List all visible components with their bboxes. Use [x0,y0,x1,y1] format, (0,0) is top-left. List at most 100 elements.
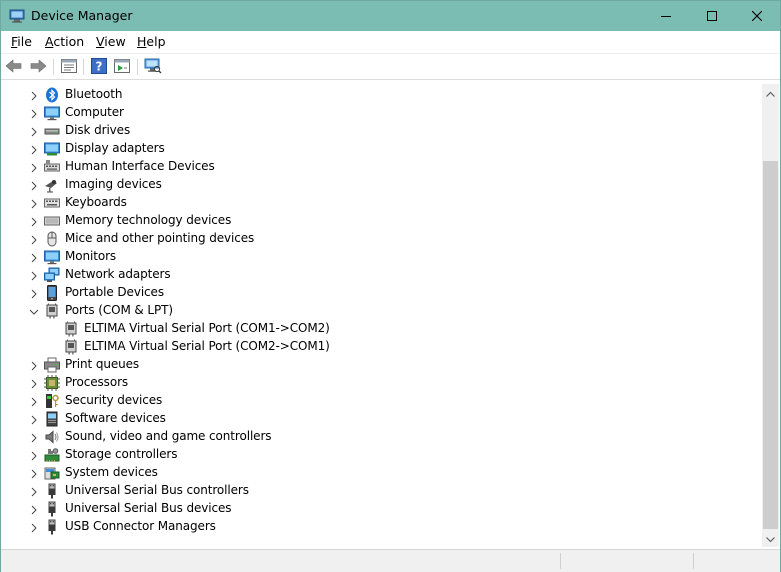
tree-child-item[interactable]: ELTIMA Virtual Serial Port (COM1->COM2) [3,320,760,338]
tree-item-software-devices[interactable]: Software devices [3,410,760,428]
tree-item-label: Universal Serial Bus devices [65,501,232,515]
chevron-right-icon[interactable] [29,216,39,227]
tree-item-network-adapters[interactable]: Network adapters [3,266,760,284]
scan-hardware-button[interactable] [142,57,164,77]
scroll-up-button[interactable] [762,84,779,101]
scrollbar-thumb[interactable] [763,161,778,529]
tree-item-print-queues[interactable]: Print queues [3,356,760,374]
hid-icon [44,159,60,175]
tree-item-label: Disk drives [65,123,131,137]
chevron-right-icon[interactable] [29,468,39,479]
chevron-right-icon[interactable] [29,486,39,497]
device-tree[interactable]: Bluetooth Computer Disk drives Display adap… [3,84,760,546]
tree-item-label: Imaging devices [65,177,162,191]
tree-item-label: Mice and other pointing devices [65,231,255,245]
chevron-right-icon[interactable] [29,234,39,245]
bluetooth-icon [44,87,60,103]
help-button[interactable]: ? [88,57,110,77]
disk-drive-icon [44,123,60,139]
forward-button[interactable] [27,57,49,77]
chevron-right-icon[interactable] [29,198,39,209]
usb-icon [44,483,60,499]
usb-icon [44,501,60,517]
chevron-right-icon[interactable] [29,288,39,299]
tree-item-monitors[interactable]: Monitors [3,248,760,266]
chevron-right-icon[interactable] [29,378,39,389]
tree-item-human-interface-devices[interactable]: Human Interface Devices [3,158,760,176]
menu-file-label: ile [17,34,32,49]
network-icon [44,267,60,283]
chevron-right-icon[interactable] [29,90,39,101]
chevron-right-icon[interactable] [29,180,39,191]
chevron-right-icon[interactable] [29,162,39,173]
memory-icon [44,213,60,229]
menu-file[interactable]: File [11,34,32,49]
chevron-right-icon[interactable] [29,270,39,281]
tree-item-label: Software devices [65,411,166,425]
maximize-button[interactable] [689,1,735,31]
tree-item-universal-serial-bus-devices[interactable]: Universal Serial Bus devices [3,500,760,518]
toolbar-separator [83,59,84,75]
back-arrow-icon [5,58,23,76]
chevron-right-icon[interactable] [29,396,39,407]
title-bar[interactable]: Device Manager [1,1,780,31]
chevron-right-icon[interactable] [29,144,39,155]
chevron-right-icon[interactable] [29,126,39,137]
camera-icon [44,177,60,193]
system-device-icon [44,465,60,481]
tree-item-label: Display adapters [65,141,165,155]
chevron-right-icon[interactable] [29,108,39,119]
toolbar: ? [1,54,780,80]
close-button[interactable] [734,1,780,31]
scroll-down-button[interactable] [762,530,779,547]
tree-item-processors[interactable]: Processors [3,374,760,392]
tree-item-portable-devices[interactable]: Portable Devices [3,284,760,302]
chevron-right-icon[interactable] [29,522,39,533]
minimize-button[interactable] [643,1,689,31]
status-bar [1,549,780,572]
tree-item-storage-controllers[interactable]: Storage controllers [3,446,760,464]
tree-child-item[interactable]: ELTIMA Virtual Serial Port (COM2->COM1) [3,338,760,356]
tree-item-usb-connector-managers[interactable]: USB Connector Managers [3,518,760,536]
tree-item-sound-video-and-game-controllers[interactable]: Sound, video and game controllers [3,428,760,446]
chevron-right-icon[interactable] [29,360,39,371]
tree-item-label: Portable Devices [65,285,164,299]
port-icon [63,339,79,355]
back-button[interactable] [3,57,25,77]
window-title: Device Manager [31,8,133,23]
tree-item-display-adapters[interactable]: Display adapters [3,140,760,158]
tree-item-disk-drives[interactable]: Disk drives [3,122,760,140]
tree-item-system-devices[interactable]: System devices [3,464,760,482]
device-manager-app-icon [9,9,25,23]
chevron-right-icon[interactable] [29,504,39,515]
properties-button[interactable] [58,57,80,77]
toolbar-separator [137,59,138,75]
chevron-right-icon[interactable] [29,432,39,443]
tree-item-memory-technology-devices[interactable]: Memory technology devices [3,212,760,230]
chevron-right-icon[interactable] [29,252,39,263]
tree-item-computer[interactable]: Computer [3,104,760,122]
svg-text:?: ? [96,59,103,73]
tree-item-universal-serial-bus-controllers[interactable]: Universal Serial Bus controllers [3,482,760,500]
menu-help[interactable]: Help [137,34,166,49]
portable-device-icon [44,285,60,301]
storage-controller-icon [44,447,60,463]
tree-item-keyboards[interactable]: Keyboards [3,194,760,212]
chevron-right-icon[interactable] [29,450,39,461]
tree-item-label: Keyboards [65,195,127,209]
security-device-icon [44,393,60,409]
tree-item-mice-and-other-pointing-devices[interactable]: Mice and other pointing devices [3,230,760,248]
tree-item-ports-com-lpt[interactable]: Ports (COM & LPT) [3,302,760,320]
chevron-down-icon[interactable] [29,306,39,316]
tree-item-security-devices[interactable]: Security devices [3,392,760,410]
mouse-icon [44,231,60,247]
tree-item-label: ELTIMA Virtual Serial Port (COM2->COM1) [84,339,330,353]
tree-item-label: USB Connector Managers [65,519,216,533]
vertical-scrollbar[interactable] [762,84,779,547]
menu-action[interactable]: Action [45,34,84,49]
tree-item-bluetooth[interactable]: Bluetooth [3,86,760,104]
update-driver-button[interactable] [111,57,133,77]
chevron-right-icon[interactable] [29,414,39,425]
menu-view[interactable]: View [96,34,126,49]
tree-item-imaging-devices[interactable]: Imaging devices [3,176,760,194]
